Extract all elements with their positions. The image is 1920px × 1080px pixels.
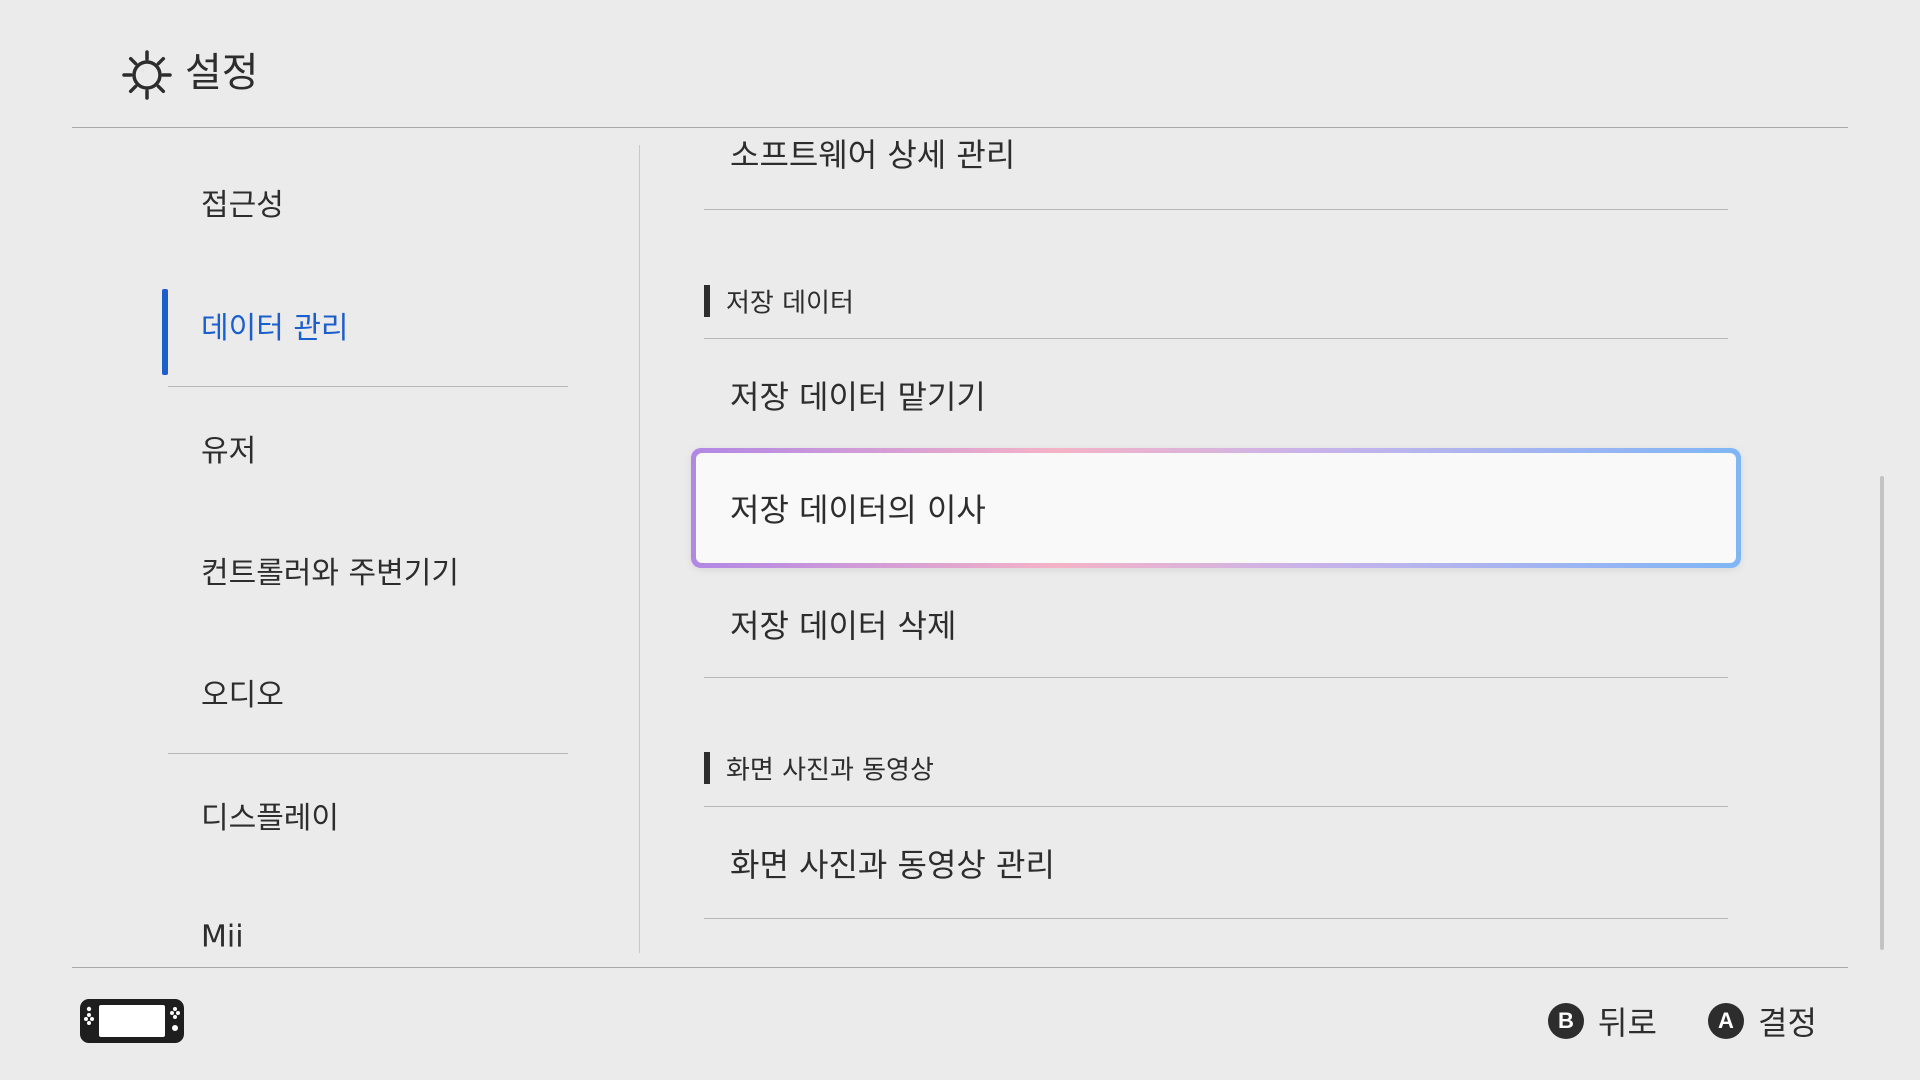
selection-highlight: 저장 데이터의 이사: [696, 453, 1736, 563]
console-icon: [80, 999, 184, 1043]
section-marker: [704, 285, 710, 317]
back-label: 뒤로: [1598, 1004, 1657, 1042]
sidebar-item-controllers[interactable]: 컨트롤러와 주변기기: [168, 520, 568, 620]
sidebar-item-label: 접근성: [201, 188, 284, 223]
settings-screen: 설정 접근성 데이터 관리 유저 컨트롤러와 주변기기 오디오 디스플레이 Mi…: [0, 0, 1920, 1080]
confirm-hint[interactable]: A 결정: [1708, 1001, 1817, 1042]
list-item-label: 소프트웨어 상세 관리: [730, 136, 1016, 174]
footer: B 뒤로 A 결정: [0, 968, 1920, 1080]
b-button-icon: B: [1548, 1003, 1584, 1039]
list-item-label: 저장 데이터 삭제: [730, 607, 957, 645]
a-button-icon: A: [1708, 1003, 1744, 1039]
sidebar-item-mii[interactable]: Mii: [168, 887, 568, 966]
sidebar-item-users[interactable]: 유저: [168, 398, 568, 498]
page-title: 설정: [185, 50, 259, 96]
list-divider: [704, 209, 1728, 210]
header: 설정: [0, 0, 1920, 128]
section-title: 저장 데이터: [726, 288, 854, 319]
list-item-label: 저장 데이터 맡기기: [730, 378, 986, 416]
sidebar-item-label: 디스플레이: [201, 801, 339, 836]
sidebar-item-label: 유저: [201, 434, 257, 469]
section-title: 화면 사진과 동영상: [726, 755, 934, 786]
section-header-screenshots: 화면 사진과 동영상: [704, 748, 1728, 788]
sidebar-item-data-management[interactable]: 데이터 관리: [162, 275, 568, 375]
sidebar-item-label: 컨트롤러와 주변기기: [201, 556, 459, 591]
list-item-save-data-transfer[interactable]: 저장 데이터의 이사: [691, 448, 1741, 568]
sidebar: 접근성 데이터 관리 유저 컨트롤러와 주변기기 오디오 디스플레이 Mii: [0, 128, 640, 966]
sidebar-item-label: 데이터 관리: [201, 311, 349, 346]
list-item-label: 화면 사진과 동영상 관리: [730, 846, 1055, 884]
list-item-save-data-cloud[interactable]: 저장 데이터 맡기기: [704, 339, 1728, 451]
settings-list: 소프트웨어 상세 관리 저장 데이터 저장 데이터 맡기기 저장 데이터의 이사…: [640, 128, 1920, 966]
sidebar-item-audio[interactable]: 오디오: [168, 642, 568, 742]
sidebar-divider: [168, 753, 568, 754]
scrollbar[interactable]: [1880, 476, 1884, 950]
sidebar-item-label: Mii: [201, 919, 244, 955]
confirm-label: 결정: [1758, 1004, 1817, 1042]
sidebar-item-label: 오디오: [201, 678, 284, 713]
section-header-save-data: 저장 데이터: [704, 281, 1728, 321]
back-hint[interactable]: B 뒤로: [1548, 1001, 1657, 1042]
list-item-software-management[interactable]: 소프트웨어 상세 관리: [704, 128, 1728, 178]
sidebar-item-display[interactable]: 디스플레이: [168, 765, 568, 865]
list-item-label: 저장 데이터의 이사: [730, 491, 986, 529]
list-item-screenshot-management[interactable]: 화면 사진과 동영상 관리: [704, 807, 1728, 919]
list-divider: [704, 918, 1728, 919]
sidebar-item-accessibility[interactable]: 접근성: [168, 152, 568, 252]
gear-icon: [122, 50, 172, 100]
active-indicator: [162, 289, 168, 375]
sidebar-divider: [168, 386, 568, 387]
list-item-save-data-delete[interactable]: 저장 데이터 삭제: [704, 568, 1728, 680]
section-marker: [704, 752, 710, 784]
list-divider: [704, 677, 1728, 678]
